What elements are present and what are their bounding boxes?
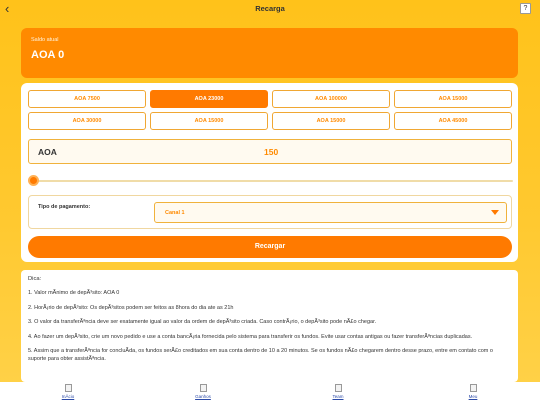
slider-handle[interactable] xyxy=(28,175,39,186)
bottom-nav: InÃ­cio Ganhos Team Meu xyxy=(0,382,540,405)
caret-down-icon xyxy=(491,210,499,215)
recharge-panel: AOA 7500 AOA 23000 AOA 100000 AOA 15000 … xyxy=(21,83,518,262)
amount-value[interactable]: 150 xyxy=(264,147,278,157)
payment-select[interactable]: Canal 1 xyxy=(154,202,507,223)
nav-item-inicio[interactable]: InÃ­cio xyxy=(38,384,98,399)
amount-option[interactable]: AOA 45000 xyxy=(394,112,512,130)
tip-line: 1. Valor mÃ­nimo de depÃ³sito: AOA 0 xyxy=(28,290,120,296)
tips-panel: Dica: 1. Valor mÃ­nimo de depÃ³sito: AOA… xyxy=(21,270,518,382)
team-icon xyxy=(334,384,342,392)
tip-line: 5. Assim que a transferÃªncia for conclu… xyxy=(28,348,493,362)
recharge-button[interactable]: Recargar xyxy=(28,236,512,258)
amount-slider[interactable] xyxy=(31,180,513,182)
amount-option[interactable]: AOA 7500 xyxy=(28,90,146,108)
nav-item-meu[interactable]: Meu xyxy=(443,384,503,399)
amount-option-selected[interactable]: AOA 23000 xyxy=(150,90,268,108)
nav-label: Ganhos xyxy=(195,394,211,399)
home-icon xyxy=(64,384,72,392)
amount-option[interactable]: AOA 100000 xyxy=(272,90,390,108)
amount-option[interactable]: AOA 15000 xyxy=(272,112,390,130)
balance-card: Saldo atual AOA 0 xyxy=(21,28,518,78)
tips-title: Dica: xyxy=(28,276,42,282)
page-title: Recarga xyxy=(255,4,285,13)
amount-option[interactable]: AOA 15000 xyxy=(150,112,268,130)
question-icon[interactable]: ? xyxy=(520,3,531,14)
amount-option[interactable]: AOA 15000 xyxy=(394,90,512,108)
tip-line: 2. HorÃ¡rio de depÃ³sito: Os depÃ³sitos … xyxy=(28,304,234,311)
nav-item-ganhos[interactable]: Ganhos xyxy=(173,384,233,399)
nav-label: Meu xyxy=(468,394,478,399)
tip-line: 3. O valor da transferÃªncia deve ser ex… xyxy=(28,319,377,325)
currency-label: AOA xyxy=(38,147,57,157)
top-bar: ‹ Recarga ? xyxy=(0,0,540,18)
nav-label: Team xyxy=(332,394,344,399)
profile-icon xyxy=(469,384,477,392)
payment-label: Tipo de pagamento: xyxy=(38,204,91,210)
payment-selected-value: Canal 1 xyxy=(165,210,185,216)
amount-input[interactable]: AOA 150 xyxy=(28,139,512,164)
balance-label: Saldo atual xyxy=(31,37,59,43)
balance-value: AOA 0 xyxy=(31,49,65,61)
tip-line: 4. Ao fazer um depÃ³sito, crie um novo p… xyxy=(28,333,473,340)
amount-option[interactable]: AOA 30000 xyxy=(28,112,146,130)
payment-method-box: Tipo de pagamento: Canal 1 xyxy=(28,195,512,229)
nav-label: InÃ­cio xyxy=(61,394,75,399)
earnings-icon xyxy=(199,384,207,392)
nav-item-team[interactable]: Team xyxy=(308,384,368,399)
